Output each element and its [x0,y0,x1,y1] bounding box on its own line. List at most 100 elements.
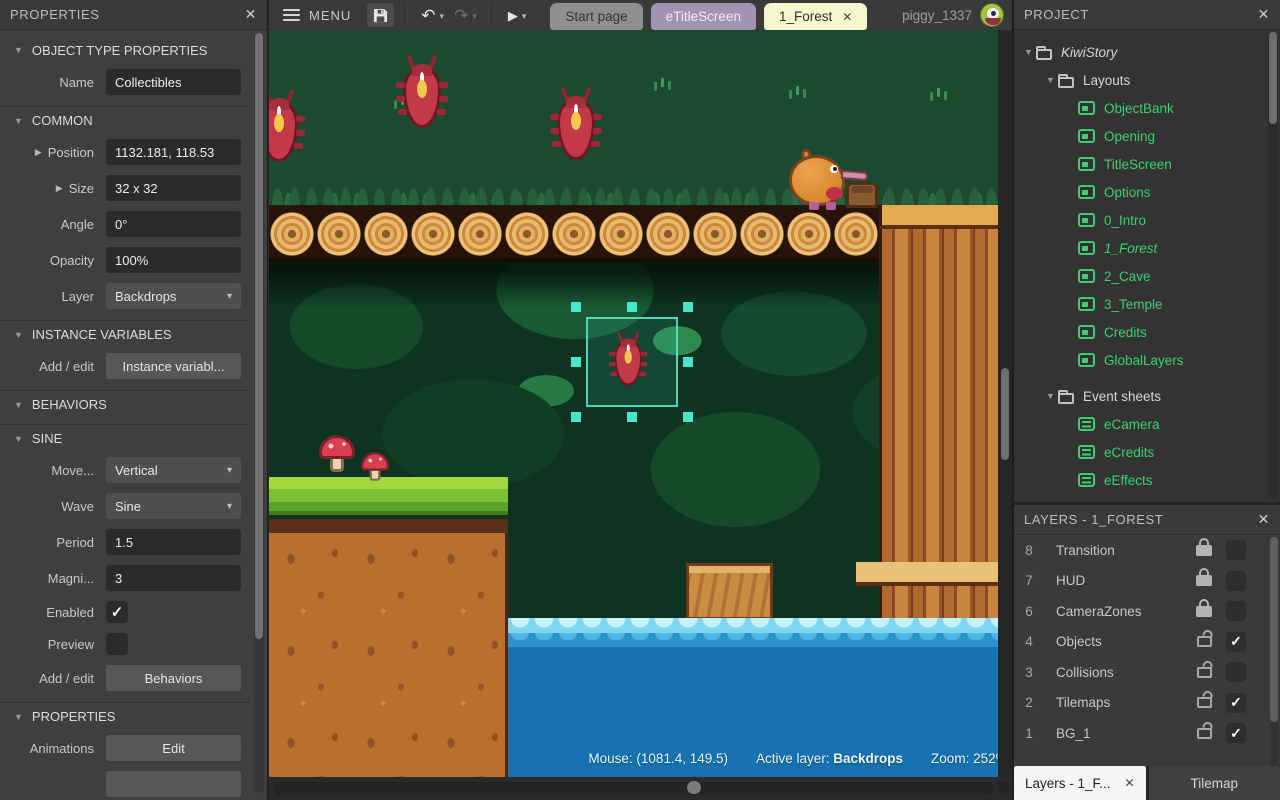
undo-dropdown-icon[interactable]: ▾ [440,11,445,22]
menu-button[interactable]: MENU [309,8,351,23]
tree-item-kiwistory[interactable]: ▼ KiwiStory [1014,38,1280,66]
close-icon[interactable]: ✕ [1124,776,1134,790]
layer-dropdown[interactable]: Backdrops ▾ [106,283,241,309]
scrollbar-thumb[interactable] [1001,368,1009,460]
instance-variables-button[interactable]: Instance variabl... [106,353,241,379]
size-input[interactable]: 32 x 32 [106,175,241,201]
beetle-sprite[interactable] [269,88,305,166]
expand-arrow-icon[interactable]: ▶ [56,183,63,194]
canvas-horizontal-scrollbar[interactable] [269,777,1012,800]
tree-item-credits[interactable]: Credits [1014,318,1280,346]
redo-icon[interactable]: ↷ [454,7,468,24]
magnitude-input[interactable]: 3 [106,565,241,591]
selection-handle[interactable] [571,412,581,422]
selection-handle[interactable] [627,412,637,422]
visibility-checkbox[interactable]: ✓ [1226,632,1246,652]
tab-layers[interactable]: Layers - 1_F... ✕ [1014,766,1146,800]
layout-canvas[interactable]: Mouse: (1081.4, 149.5) Active layer: Bac… [269,30,998,777]
play-icon[interactable]: ▶ [508,9,518,22]
angle-input[interactable]: 0° [106,211,241,237]
visibility-checkbox[interactable] [1226,601,1246,621]
selection-box[interactable] [586,317,678,407]
expander-icon[interactable]: ▼ [1046,391,1058,401]
tree-item-2-cave[interactable]: 2_Cave [1014,262,1280,290]
behaviors-button[interactable]: Behaviors [106,665,241,691]
project-scrollbar[interactable] [1268,32,1278,498]
properties-scrollbar[interactable] [254,33,264,793]
visibility-checkbox[interactable]: ✓ [1226,723,1246,743]
crate-sprite[interactable] [686,563,773,620]
lock-icon[interactable] [1196,575,1212,586]
expander-icon[interactable]: ▼ [1046,75,1058,85]
close-icon[interactable]: ✕ [245,6,257,23]
kiwi-sprite[interactable] [789,152,853,208]
tab-start-page[interactable]: Start page [550,3,642,30]
tree-item-opening[interactable]: Opening [1014,122,1280,150]
mushroom-sprite[interactable] [361,452,389,481]
visibility-checkbox[interactable] [1226,662,1246,682]
canvas-vertical-scrollbar[interactable] [998,30,1012,777]
section-common[interactable]: ▼ COMMON [0,106,251,134]
layer-row-collisions[interactable]: 3 Collisions [1014,657,1280,688]
stump-sprite[interactable] [846,182,878,208]
selection-handle[interactable] [683,412,693,422]
unlock-icon[interactable] [1197,636,1212,647]
selection-handle[interactable] [683,357,693,367]
tree-item-ecamera[interactable]: eCamera [1014,410,1280,438]
selection-handle[interactable] [571,302,581,312]
tree-item-layouts[interactable]: ▼ Layouts [1014,66,1280,94]
beetle-sprite[interactable] [550,86,602,164]
log-platform[interactable] [269,205,881,262]
wave-dropdown[interactable]: Sine ▾ [106,493,241,519]
tree-item-globallayers[interactable]: GlobalLayers [1014,346,1280,374]
period-input[interactable]: 1.5 [106,529,241,555]
tab-tilemap[interactable]: Tilemap [1149,766,1280,800]
visibility-checkbox[interactable] [1226,571,1246,591]
enabled-checkbox[interactable]: ✓ [106,601,128,623]
section-instance-variables[interactable]: ▼ INSTANCE VARIABLES [0,320,251,348]
animations-edit-button[interactable]: Edit [106,735,241,761]
layer-row-hud[interactable]: 7 HUD [1014,566,1280,597]
tree-item-1-forest[interactable]: 1_Forest [1014,234,1280,262]
visibility-checkbox[interactable]: ✓ [1226,693,1246,713]
scrollbar-thumb[interactable] [687,781,701,794]
name-input[interactable]: Collectibles [106,69,241,95]
layer-row-transition[interactable]: 8 Transition [1014,535,1280,566]
undo-icon[interactable]: ↶ [421,7,435,24]
visibility-checkbox[interactable] [1226,540,1246,560]
scrollbar-thumb[interactable] [1269,32,1277,124]
close-icon[interactable]: ✕ [1258,6,1270,23]
section-object-type[interactable]: ▼ OBJECT TYPE PROPERTIES [0,36,251,64]
scrollbar-thumb[interactable] [255,33,263,639]
unlock-icon[interactable] [1197,728,1212,739]
opacity-input[interactable]: 100% [106,247,241,273]
layers-scrollbar[interactable] [1270,537,1278,767]
tab-1-forest[interactable]: 1_Forest ✕ [764,3,867,30]
tree-item-3-temple[interactable]: 3_Temple [1014,290,1280,318]
tree-item-options[interactable]: Options [1014,178,1280,206]
movement-dropdown[interactable]: Vertical ▾ [106,457,241,483]
position-input[interactable]: 1132.181, 118.53 [106,139,241,165]
unlock-icon[interactable] [1197,667,1212,678]
close-icon[interactable]: ✕ [1258,511,1270,528]
clipped-button[interactable] [106,771,241,797]
tree-item-0-intro[interactable]: 0_Intro [1014,206,1280,234]
lock-icon[interactable] [1196,606,1212,617]
preview-checkbox[interactable] [106,633,128,655]
selection-handle[interactable] [571,357,581,367]
layer-row-bg-1[interactable]: 1 BG_1 ✓ [1014,718,1280,749]
tree-item-titlescreen[interactable]: TitleScreen [1014,150,1280,178]
menu-icon[interactable] [283,9,300,21]
selected-beetle-sprite[interactable] [609,331,647,389]
selection-handle[interactable] [683,302,693,312]
close-icon[interactable]: ✕ [842,10,852,24]
mushroom-sprite[interactable] [319,435,355,472]
layer-row-tilemaps[interactable]: 2 Tilemaps ✓ [1014,688,1280,719]
layer-row-camerazones[interactable]: 6 CameraZones [1014,596,1280,627]
play-dropdown-icon[interactable]: ▾ [522,11,527,22]
beetle-sprite[interactable] [396,54,448,132]
username[interactable]: piggy_1337 [902,8,972,23]
expand-arrow-icon[interactable]: ▶ [35,147,42,158]
selection-handle[interactable] [627,302,637,312]
lock-icon[interactable] [1196,545,1212,556]
